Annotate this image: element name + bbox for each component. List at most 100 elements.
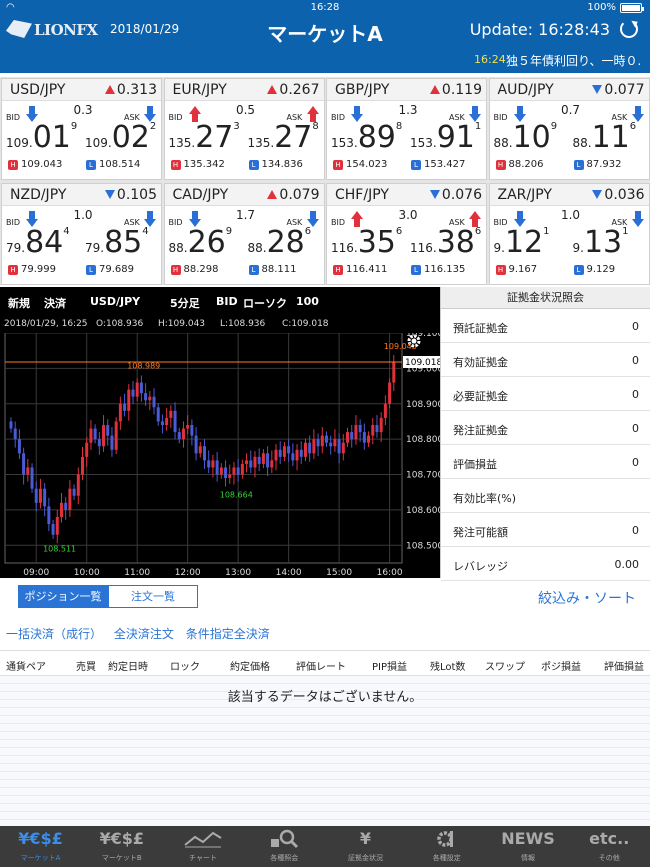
candle [173,410,177,433]
tab-orders[interactable]: 注文一覧 [108,585,198,608]
conditional-settle-all-link[interactable]: 条件指定全決済 [186,627,270,641]
tabbar-label: 証拠金状況 [348,854,383,862]
candle-count-select[interactable]: 100 [296,295,319,308]
tabbar-item[interactable]: etc.. その他 [569,826,650,867]
bid-price-button[interactable]: 88.269 [169,226,233,258]
ask-price-button[interactable]: 109.022 [85,121,156,153]
column-header[interactable]: スワップ [485,658,525,673]
margin-label: 必要証拠金 [453,390,508,403]
rate-change: 0.076 [429,187,482,203]
rate-card[interactable]: CAD/JPY 0.079 BID 1.7 ASK 88.269 88.286 H 88.298… [163,183,325,285]
rate-card-header: NZD/JPY 0.105 [2,184,161,206]
bid-ask-toggle[interactable]: BID [216,295,238,308]
tab-positions[interactable]: ポジション一覧 [18,585,108,608]
ask-price-button[interactable]: 135.278 [248,121,319,153]
column-header[interactable]: 評価レート [296,658,346,673]
high-badge-icon: H [8,159,18,170]
bid-price-button[interactable]: 79.844 [6,226,70,258]
chart-pair-select[interactable]: USD/JPY [90,295,140,308]
tabbar-item[interactable]: ¥€$£ マーケットA [0,826,81,867]
candle [282,446,286,457]
column-header[interactable]: 売買 [76,658,96,673]
tabbar-item[interactable]: NEWS 情報 [488,826,569,867]
position-table-header: 通貨ペア 売買 約定日時 ロック 約定価格 評価レート PIP損益 残Lot数 スワップ ポジ損益… [0,650,650,676]
rate-card[interactable]: EUR/JPY 0.267 BID 0.5 ASK 135.273 135.278 H 135.… [163,78,325,180]
ask-price-button[interactable]: 116.386 [410,226,481,258]
rate-card[interactable]: NZD/JPY 0.105 BID 1.0 ASK 79.844 79.854 H 79.999… [1,183,162,285]
settle-all-order-link[interactable]: 全決済注文 [114,627,174,641]
bid-price-button[interactable]: 9.121 [494,226,550,258]
margin-label: 有効比率(%) [453,492,517,505]
ask-price-button[interactable]: 153.911 [410,121,481,153]
column-header[interactable]: 評価損益 [604,658,644,673]
margin-label: 預託証拠金 [453,322,508,335]
margin-value: 0 [632,388,639,401]
ask-price-button[interactable]: 88.286 [248,226,312,258]
candle [316,439,320,447]
rate-card-header: ZAR/JPY 0.036 [489,184,649,206]
column-header[interactable]: 約定日時 [108,658,148,673]
bulk-market-settle-link[interactable]: 一括決済（成行） [6,627,102,641]
currency-pair: AUD/JPY [497,82,554,98]
column-header[interactable]: ポジ損益 [541,658,581,673]
candle [127,389,131,411]
x-tick-label: 15:00 [326,568,352,578]
rate-card[interactable]: CHF/JPY 0.076 BID 3.0 ASK 116.356 116.386 H 116.… [326,183,487,285]
candle [181,428,185,440]
ask-price-button[interactable]: 9.131 [573,226,629,258]
candle [274,449,278,461]
tabbar-item[interactable]: ¥ 証拠金状況 [325,826,406,867]
margin-row: 有効比率(%) [441,479,650,513]
candle [68,488,72,510]
refresh-icon[interactable] [620,20,638,38]
bid-price-button[interactable]: 109.019 [6,121,77,153]
filter-sort-link[interactable]: 絞込み・ソート [538,588,636,608]
candle [266,453,270,468]
column-header[interactable]: PIP損益 [372,658,407,673]
column-header[interactable]: 約定価格 [230,658,270,673]
timeframe-select[interactable]: 5分足 [170,295,200,311]
margin-row: 預託証拠金 0 [441,309,650,343]
ask-price-button[interactable]: 88.116 [573,121,637,153]
chart-style-select[interactable]: ローソク [243,295,287,311]
news-time: 16:24 [474,53,506,66]
margin-label: レバレッジ [453,560,508,573]
news-headline[interactable]: 独５年債利回り、一時０. [506,52,641,69]
bottom-tab-bar: ¥€$£ マーケットA ¥€$£ マーケットB チャート 各種照会 ¥ 証拠金状況 各種設定 NE… [0,826,650,867]
candle [144,393,148,401]
column-header[interactable]: 残Lot数 [430,658,465,673]
candle [97,439,101,447]
rate-change: 0.105 [104,187,157,203]
column-header[interactable]: ロック [170,658,200,673]
candle [375,425,379,433]
tabbar-item[interactable]: 各種設定 [406,826,487,867]
price-chart[interactable]: 新規 決済 USD/JPY 5分足 BID ローソク 100 2018/01/2… [0,287,440,578]
tabbar-label: その他 [598,854,620,862]
column-header[interactable]: 通貨ペア [6,658,46,673]
settle-button[interactable]: 決済 [44,295,66,311]
bid-price-button[interactable]: 135.273 [169,121,240,153]
spread: 1.0 [560,208,581,222]
tabbar-item[interactable]: ¥€$£ マーケットB [81,826,162,867]
status-bar: ◠ 16:28 100% [0,0,650,16]
bid-price-button[interactable]: 88.109 [494,121,558,153]
news-ticker[interactable]: 16:24 独５年債利回り、一時０. [0,45,650,73]
bid-price-button[interactable]: 153.898 [331,121,402,153]
candle [51,524,55,535]
rate-card[interactable]: GBP/JPY 0.119 BID 1.3 ASK 153.898 153.911 H 154.… [326,78,487,180]
rate-panel: USD/JPY 0.313 BID 0.3 ASK 109.019 109.022 H 109.… [0,77,650,285]
low-badge-icon: L [411,159,421,170]
rate-card[interactable]: AUD/JPY 0.077 BID 0.7 ASK 88.109 88.116 H 88.206… [488,78,650,180]
x-tick-label: 16:00 [377,568,403,578]
new-order-button[interactable]: 新規 [8,295,30,311]
candle [38,488,42,503]
candle [291,453,295,461]
rate-card[interactable]: USD/JPY 0.313 BID 0.3 ASK 109.019 109.022 H 109.… [1,78,162,180]
tabbar-item[interactable]: チャート [163,826,244,867]
bid-price-button[interactable]: 116.356 [331,226,402,258]
tabbar-item[interactable]: 各種照会 [244,826,325,867]
ask-price-button[interactable]: 79.854 [85,226,149,258]
candlestick-plot[interactable]: 109.100109.000108.900108.800108.700108.6… [0,333,440,578]
rate-card[interactable]: ZAR/JPY 0.036 BID 1.0 ASK 9.121 9.131 H 9.167 L 9.… [488,183,650,285]
spread: 1.3 [398,103,418,117]
